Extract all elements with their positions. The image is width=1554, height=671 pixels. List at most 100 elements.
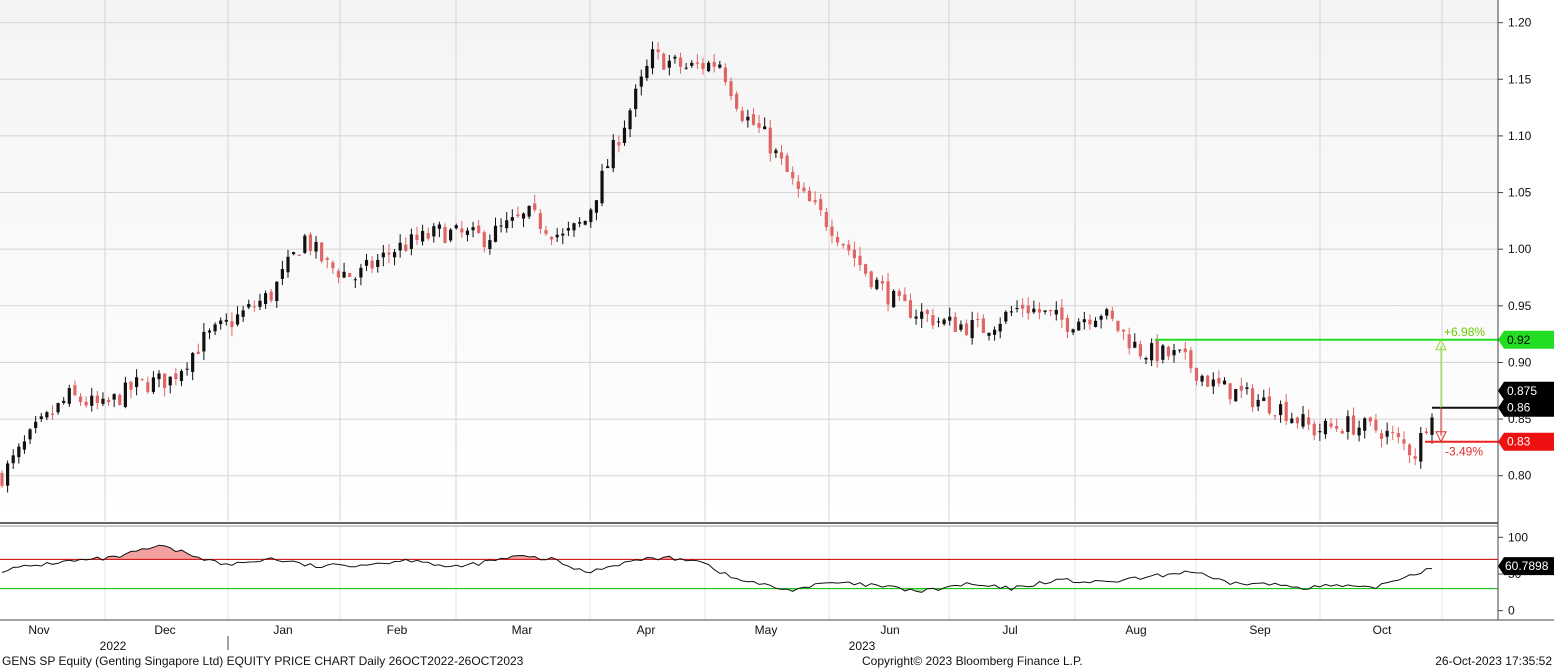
y-tick-label: 1.10 [1508, 129, 1532, 143]
candle-body [325, 257, 329, 260]
candle-body [258, 300, 262, 307]
candle-body [1110, 310, 1114, 319]
candle-body [1026, 305, 1030, 314]
x-tick-label-may: May [755, 623, 778, 637]
price-panel-bg [0, 0, 1498, 521]
annotation-up: +6.98% [1444, 325, 1485, 339]
candle-body [998, 323, 1002, 332]
candle-body [1043, 310, 1047, 312]
candle-body [1346, 416, 1350, 432]
candle-body [1127, 334, 1131, 349]
candle-body [701, 63, 705, 69]
candle-body [555, 234, 559, 238]
candle-body [639, 76, 643, 87]
candle-body [1335, 426, 1339, 429]
x-tick-label-feb: Feb [387, 623, 408, 637]
candle-body [667, 60, 671, 68]
candle-body [864, 264, 868, 274]
candle-body [964, 323, 969, 335]
candle-body [308, 234, 313, 251]
candle-body [499, 225, 503, 227]
x-tick-label-oct: Oct [1373, 623, 1392, 637]
candle-body [1402, 439, 1406, 444]
candle-body [824, 211, 828, 228]
price-tag-intraday-high: 0.875 [1507, 384, 1537, 398]
candle-body [948, 316, 952, 321]
candle-body [56, 403, 60, 413]
candle-body [1273, 415, 1277, 417]
candle-body [426, 233, 430, 239]
candle-body [477, 225, 481, 234]
candle-body [191, 353, 195, 372]
candle-body [280, 269, 284, 279]
candle-body [1004, 311, 1008, 322]
candle-body [914, 316, 918, 319]
candle-body [807, 190, 812, 202]
candle-body [370, 260, 374, 269]
candle-body [449, 229, 453, 241]
candle-body [981, 318, 985, 334]
candle-body [1082, 319, 1086, 323]
candle-body [622, 127, 627, 143]
x-tick-label-jan: Jan [273, 623, 292, 637]
candle-body [768, 127, 772, 154]
candle-body [432, 226, 436, 237]
candle-body [527, 205, 531, 217]
candle-body [1419, 433, 1423, 462]
candle-body [684, 67, 688, 69]
candle-body [1093, 320, 1098, 327]
candle-body [163, 373, 167, 389]
candle-body [84, 401, 88, 406]
y-tick-label: 0.85 [1508, 412, 1532, 426]
annotation-down: -3.49% [1445, 445, 1483, 459]
candle-body [1099, 316, 1103, 320]
candle-body [533, 203, 537, 210]
candle-body [398, 242, 402, 251]
y-tick-label: 1.05 [1508, 186, 1532, 200]
candle-body [1262, 397, 1266, 401]
candle-body [1183, 348, 1187, 353]
candle-body [45, 412, 49, 418]
candle-body [1054, 309, 1058, 315]
candle-body [751, 114, 756, 125]
y-tick-label: 0.80 [1508, 469, 1532, 483]
candle-body [95, 395, 99, 404]
y-tick-label: 0.90 [1508, 355, 1532, 369]
candle-body [600, 170, 604, 204]
candle-body [678, 57, 683, 67]
candle-body [101, 398, 105, 404]
candle-body [976, 318, 980, 320]
candle-body [392, 252, 397, 258]
candle-body [903, 294, 907, 302]
x-tick-label-apr: Apr [637, 623, 656, 637]
candle-body [34, 421, 38, 429]
candle-body [185, 368, 189, 370]
candle-body [886, 281, 890, 305]
candle-body [1144, 357, 1148, 360]
candle-body [1009, 311, 1014, 313]
candle-body [112, 394, 116, 400]
rsi-last-tag: 60.7898 [1505, 559, 1549, 573]
candle-body [1049, 309, 1053, 312]
candle-body [617, 142, 621, 146]
candle-body [409, 234, 413, 249]
candle-body [774, 150, 778, 154]
candle-body [1267, 396, 1271, 414]
candle-body [606, 166, 610, 169]
candle-body [39, 416, 43, 419]
candle-body [1071, 329, 1075, 333]
candle-body [718, 64, 722, 68]
candle-body [987, 332, 991, 336]
candle-body [628, 110, 632, 130]
x-tick-label-nov: Nov [28, 623, 49, 637]
candle-body [1155, 340, 1159, 362]
candle-body [1424, 431, 1428, 434]
candle-body [118, 394, 122, 406]
candle-body [611, 140, 615, 169]
candle-body [179, 370, 184, 382]
candle-body [566, 228, 570, 231]
candle-body [1222, 380, 1227, 385]
candle-body [1166, 346, 1171, 357]
candle-body [931, 315, 935, 326]
candle-body [292, 252, 296, 255]
